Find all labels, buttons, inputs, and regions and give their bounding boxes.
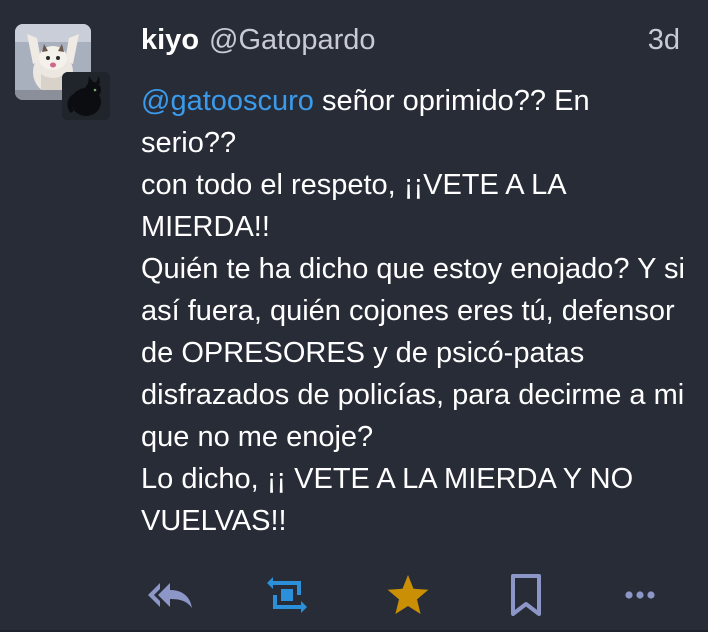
star-icon bbox=[387, 575, 429, 614]
reply-all-icon bbox=[148, 583, 192, 608]
bookmark-icon bbox=[511, 574, 541, 616]
display-name[interactable]: kiyo bbox=[141, 22, 199, 58]
boost-icon bbox=[267, 577, 307, 613]
boost-button[interactable] bbox=[259, 570, 315, 620]
bookmark-button[interactable] bbox=[498, 570, 554, 620]
reply-all-button[interactable] bbox=[142, 570, 198, 620]
status-header: kiyo @Gatopardo 3d bbox=[141, 22, 680, 58]
black-cat-avatar-icon bbox=[62, 72, 110, 120]
mention-link[interactable]: @gatooscuro bbox=[141, 85, 314, 117]
status-card: kiyo @Gatopardo 3d @gatooscuro señor opr… bbox=[0, 0, 708, 632]
more-button[interactable] bbox=[612, 570, 668, 620]
status-text: señor oprimido?? En serio?? con todo el … bbox=[141, 85, 685, 537]
timestamp[interactable]: 3d bbox=[648, 22, 680, 58]
username[interactable]: @Gatopardo bbox=[209, 22, 375, 58]
favourite-button[interactable] bbox=[380, 570, 436, 620]
status-content: @gatooscuro señor oprimido?? En serio?? … bbox=[141, 80, 686, 542]
boosted-avatar[interactable] bbox=[62, 72, 110, 120]
ellipsis-icon bbox=[625, 591, 655, 599]
action-bar bbox=[0, 564, 708, 624]
avatar-group[interactable] bbox=[15, 24, 111, 120]
